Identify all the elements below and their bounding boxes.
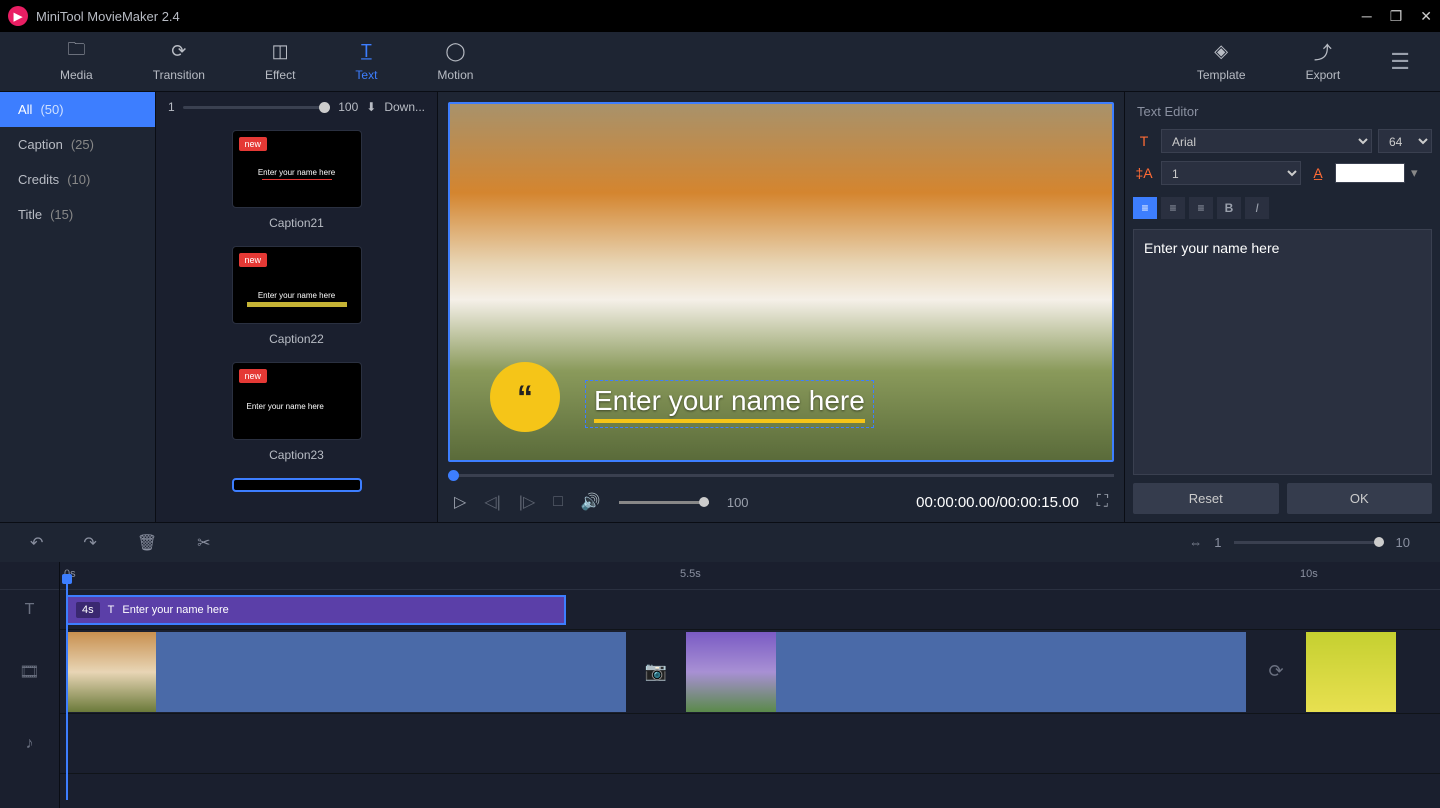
volume-slider[interactable] <box>619 501 709 504</box>
motion-tab[interactable]: ◯ Motion <box>407 42 503 82</box>
thumbnail-panel: 1 100 ⬇ Down... new Enter your name here… <box>156 92 438 522</box>
play-button[interactable]: ▷ <box>454 492 466 512</box>
reset-button[interactable]: Reset <box>1133 483 1279 514</box>
color-icon: A̲ <box>1307 165 1329 181</box>
text-track-icon: T <box>0 590 59 630</box>
new-badge: new <box>239 137 268 151</box>
font-select[interactable]: Arial <box>1161 129 1372 153</box>
thumb-zoom-min: 1 <box>168 100 175 114</box>
new-badge: new <box>239 253 268 267</box>
ok-button[interactable]: OK <box>1287 483 1433 514</box>
category-credits[interactable]: Credits (10) <box>0 162 155 197</box>
transition-icon: ⟳ <box>171 42 186 62</box>
thumb-caption22[interactable]: new Enter your name here Caption22 <box>156 238 437 354</box>
video-clip-1[interactable] <box>66 632 626 712</box>
color-dropdown[interactable]: ▾ <box>1411 165 1418 181</box>
thumb-zoom-slider[interactable] <box>183 106 331 109</box>
transition-tab[interactable]: ⟳ Transition <box>123 42 235 82</box>
template-tab[interactable]: ◈ Template <box>1167 42 1276 82</box>
video-track[interactable]: 📷 ⟳ <box>60 630 1440 714</box>
edit-toolbar: ↶ ↷ 🗑 ✂ ⇔ 1 10 <box>0 522 1440 562</box>
audio-track[interactable] <box>60 714 1440 774</box>
italic-button[interactable]: I <box>1245 197 1269 219</box>
download-label[interactable]: Down... <box>384 100 425 114</box>
align-left-button[interactable]: ≡ <box>1133 197 1157 219</box>
titlebar: ▶ MiniTool MovieMaker 2.4 ─ ❐ ✕ <box>0 0 1440 32</box>
motion-icon: ◯ <box>445 42 465 62</box>
scrub-bar[interactable] <box>448 468 1114 482</box>
main-toolbar: 🗀 Media ⟳ Transition ◫ Effect T̲ Text ◯ … <box>0 32 1440 92</box>
bold-button[interactable]: B <box>1217 197 1241 219</box>
new-badge: new <box>239 369 268 383</box>
delete-button[interactable]: 🗑 <box>137 533 157 553</box>
category-sidebar: All (50) Caption (25) Credits (10) Title… <box>0 92 156 522</box>
category-all[interactable]: All (50) <box>0 92 155 127</box>
effect-tab[interactable]: ◫ Effect <box>235 42 325 82</box>
color-swatch[interactable] <box>1335 163 1405 183</box>
timeline: T 🎞 ♪ 0s 5.5s 10s 4s T Enter your name h… <box>0 562 1440 808</box>
template-icon: ◈ <box>1214 42 1228 62</box>
panel-title: Text Editor <box>1133 100 1432 129</box>
text-track[interactable]: 4s T Enter your name here <box>60 590 1440 630</box>
font-icon: T <box>1133 133 1155 149</box>
transition-slot-1[interactable]: 📷 <box>626 632 686 712</box>
text-clip[interactable]: 4s T Enter your name here <box>66 595 566 625</box>
prev-frame-button[interactable]: ◁| <box>484 492 500 512</box>
line-height-select[interactable]: 1 <box>1161 161 1301 185</box>
app-logo: ▶ <box>8 6 28 26</box>
video-track-icon: 🎞 <box>0 630 59 714</box>
download-icon[interactable]: ⬇ <box>366 100 376 114</box>
minimize-button[interactable]: ─ <box>1362 8 1372 25</box>
video-clip-2[interactable] <box>686 632 1246 712</box>
playhead[interactable] <box>66 580 68 800</box>
fit-icon[interactable]: ⇔ <box>1189 535 1202 550</box>
timeline-zoom-min: 1 <box>1214 535 1221 550</box>
thumb-selected[interactable] <box>156 470 437 500</box>
volume-icon[interactable]: 🔊 <box>581 492 601 512</box>
volume-value: 100 <box>727 495 749 510</box>
line-height-icon: ‡A <box>1133 165 1155 181</box>
transition-slot-2[interactable]: ⟳ <box>1246 632 1306 712</box>
align-right-button[interactable]: ≡ <box>1189 197 1213 219</box>
cut-button[interactable]: ✂ <box>197 533 210 553</box>
text-editor-panel: Text Editor T Arial 64 ‡A 1 A̲ ▾ ≡ ≡ ≡ B… <box>1124 92 1440 522</box>
next-frame-button[interactable]: |▷ <box>519 492 535 512</box>
category-caption[interactable]: Caption (25) <box>0 127 155 162</box>
timeline-ruler[interactable]: 0s 5.5s 10s <box>60 562 1440 590</box>
thumb-zoom-max: 100 <box>338 100 358 114</box>
timecode: 00:00:00.00/00:00:15.00 <box>916 494 1079 511</box>
timeline-zoom-max: 10 <box>1396 535 1410 550</box>
text-clip-icon: T <box>108 604 115 616</box>
thumb-caption23[interactable]: new Enter your name here Caption23 <box>156 354 437 470</box>
folder-icon: 🗀 <box>67 42 85 62</box>
text-overlay[interactable]: Enter your name here <box>585 380 874 428</box>
text-icon: T̲ <box>361 42 372 62</box>
font-size-select[interactable]: 64 <box>1378 129 1432 153</box>
category-title[interactable]: Title (15) <box>0 197 155 232</box>
close-button[interactable]: ✕ <box>1420 8 1432 25</box>
text-content-input[interactable]: Enter your name here <box>1133 229 1432 475</box>
timeline-zoom-slider[interactable] <box>1234 541 1384 544</box>
preview-viewport[interactable]: “ Enter your name here <box>448 102 1114 462</box>
effect-icon: ◫ <box>272 42 289 62</box>
stop-button[interactable]: □ <box>553 493 563 511</box>
quote-icon: “ <box>490 362 560 432</box>
undo-button[interactable]: ↶ <box>30 533 43 553</box>
video-clip-3[interactable] <box>1306 632 1396 712</box>
export-button[interactable]: ⤴ Export <box>1276 42 1371 82</box>
thumb-caption21[interactable]: new Enter your name here Caption21 <box>156 122 437 238</box>
maximize-button[interactable]: ❐ <box>1390 8 1403 25</box>
preview-panel: “ Enter your name here ▷ ◁| |▷ □ 🔊 100 0… <box>438 92 1124 522</box>
app-title: MiniTool MovieMaker 2.4 <box>36 9 180 24</box>
text-tab[interactable]: T̲ Text <box>325 42 407 82</box>
menu-icon[interactable]: ☰ <box>1390 49 1410 75</box>
align-center-button[interactable]: ≡ <box>1161 197 1185 219</box>
fullscreen-button[interactable]: ⛶ <box>1097 493 1108 511</box>
redo-button[interactable]: ↷ <box>83 533 96 553</box>
export-icon: ⤴ <box>1314 42 1332 62</box>
audio-track-icon: ♪ <box>0 714 59 774</box>
media-tab[interactable]: 🗀 Media <box>30 42 123 82</box>
